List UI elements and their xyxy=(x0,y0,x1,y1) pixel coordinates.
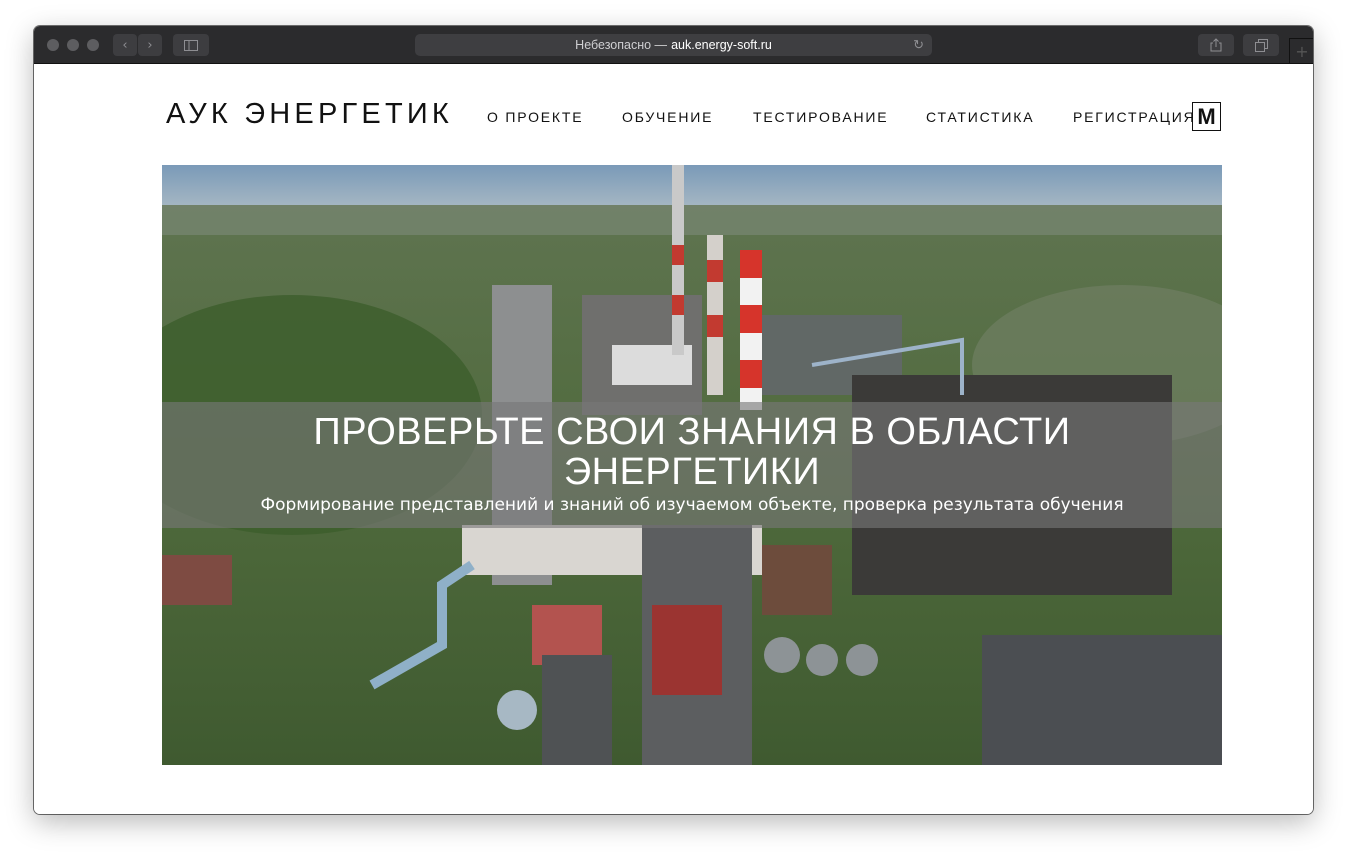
nav-statistics[interactable]: СТАТИСТИКА xyxy=(926,109,1034,125)
close-window-icon[interactable] xyxy=(47,39,59,51)
back-button[interactable]: ‹ xyxy=(113,34,137,56)
site-logo[interactable]: АУК ЭНЕРГЕТИК xyxy=(166,98,453,131)
share-icon xyxy=(1210,38,1222,52)
menu-badge[interactable]: M xyxy=(1192,102,1221,131)
new-tab-plus-icon: + xyxy=(1295,41,1309,61)
forward-chevron-icon: › xyxy=(147,37,153,53)
new-tab-button[interactable]: + xyxy=(1289,38,1313,63)
hero-title: ПРОВЕРЬТЕ СВОИ ЗНАНИЯ В ОБЛАСТИ ЭНЕРГЕТИ… xyxy=(162,412,1222,492)
back-chevron-icon: ‹ xyxy=(122,37,128,53)
url-host: auk.energy-soft.ru xyxy=(671,38,772,52)
tabs-icon xyxy=(1254,38,1268,52)
show-tabs-button[interactable] xyxy=(1243,34,1279,56)
nav-registration[interactable]: РЕГИСТРАЦИЯ xyxy=(1073,109,1196,125)
hero-section: ПРОВЕРЬТЕ СВОИ ЗНАНИЯ В ОБЛАСТИ ЭНЕРГЕТИ… xyxy=(162,165,1222,765)
sidebar-icon xyxy=(184,39,198,51)
share-button[interactable] xyxy=(1198,34,1234,56)
nav-about[interactable]: О ПРОЕКТЕ xyxy=(487,109,583,125)
browser-window: ‹ › Небезопасно — auk.energy-soft.ru ↻ +… xyxy=(34,26,1313,814)
web-page: АУК ЭНЕРГЕТИК О ПРОЕКТЕ ОБУЧЕНИЕ ТЕСТИРО… xyxy=(34,64,1313,814)
forward-button[interactable]: › xyxy=(138,34,162,56)
minimize-window-icon[interactable] xyxy=(67,39,79,51)
address-bar[interactable]: Небезопасно — auk.energy-soft.ru ↻ xyxy=(415,34,932,56)
hero-title-line-2: ЭНЕРГЕТИКИ xyxy=(563,451,821,493)
hero-title-line-1: ПРОВЕРЬТЕ СВОИ ЗНАНИЯ В ОБЛАСТИ xyxy=(313,411,1071,453)
reload-icon[interactable]: ↻ xyxy=(913,37,924,53)
security-warning-text: Небезопасно — xyxy=(575,38,668,52)
maximize-window-icon[interactable] xyxy=(87,39,99,51)
hero-subtitle: Формирование представлений и знаний об и… xyxy=(260,495,1124,515)
nav-testing[interactable]: ТЕСТИРОВАНИЕ xyxy=(753,109,888,125)
nav-training[interactable]: ОБУЧЕНИЕ xyxy=(622,109,713,125)
browser-toolbar: ‹ › Небезопасно — auk.energy-soft.ru ↻ + xyxy=(34,26,1313,64)
sidebar-button[interactable] xyxy=(173,34,209,56)
